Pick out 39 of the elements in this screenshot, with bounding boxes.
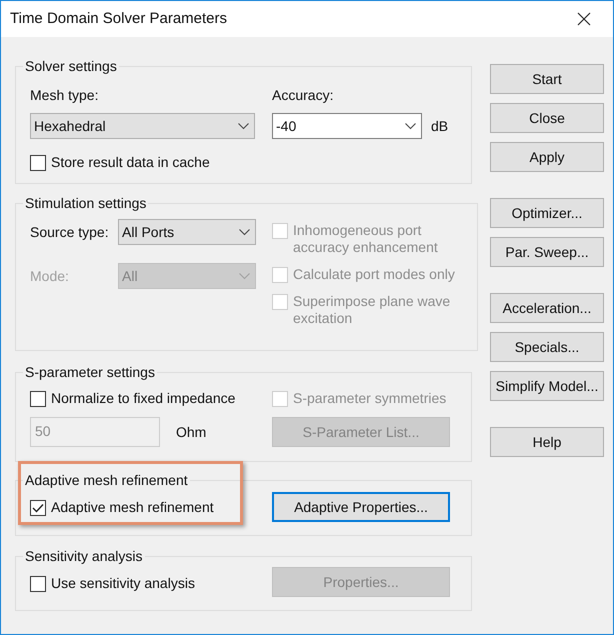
checkbox[interactable] bbox=[30, 155, 46, 171]
dialog-button[interactable]: Optimizer... bbox=[490, 198, 604, 228]
window-title: Time Domain Solver Parameters bbox=[10, 8, 228, 29]
unit-label: Ohm bbox=[176, 422, 206, 442]
dropdown[interactable]: All Ports bbox=[118, 219, 256, 245]
checkbox[interactable] bbox=[30, 391, 46, 407]
dialog-button[interactable]: Help bbox=[490, 427, 604, 457]
checkbox-label[interactable]: Adaptive mesh refinement bbox=[51, 498, 214, 516]
field-label: Mesh type: bbox=[30, 86, 100, 105]
dropdown[interactable]: -40 bbox=[272, 113, 422, 139]
dialog-button[interactable]: Par. Sweep... bbox=[490, 237, 604, 267]
checkbox[interactable] bbox=[30, 500, 46, 516]
close-icon[interactable] bbox=[577, 12, 591, 26]
field-label: Accuracy: bbox=[272, 86, 334, 105]
chevron-down-icon bbox=[405, 122, 416, 130]
group-title: Solver settings bbox=[24, 57, 118, 76]
checkbox-label[interactable]: Use sensitivity analysis bbox=[51, 574, 195, 592]
dropdown[interactable]: Hexahedral bbox=[30, 113, 255, 139]
field-label: Source type: bbox=[30, 222, 109, 242]
group-title: Sensitivity analysis bbox=[24, 547, 144, 566]
checkbox[interactable] bbox=[30, 576, 46, 592]
dialog-button[interactable]: Specials... bbox=[490, 332, 604, 362]
chevron-down-icon bbox=[239, 272, 250, 280]
action-button[interactable]: Adaptive Properties... bbox=[272, 492, 450, 522]
dialog-button[interactable]: Start bbox=[490, 64, 604, 94]
dialog-button[interactable]: Apply bbox=[490, 142, 604, 172]
checkbox-label[interactable]: Store result data in cache bbox=[51, 154, 210, 171]
chevron-down-icon bbox=[238, 122, 249, 130]
chevron-down-icon bbox=[239, 228, 250, 236]
checkbox-label[interactable]: Normalize to fixed impedance bbox=[51, 390, 236, 407]
group-title: S-parameter settings bbox=[24, 363, 156, 382]
checkmark-icon bbox=[32, 502, 44, 512]
group-title: Stimulation settings bbox=[24, 194, 148, 213]
group-title: Adaptive mesh refinement bbox=[24, 471, 189, 490]
unit-label: dB bbox=[431, 116, 448, 136]
dialog-button[interactable]: Simplify Model... bbox=[490, 371, 604, 401]
dialog-button[interactable]: Acceleration... bbox=[490, 293, 604, 323]
field-label: Mode: bbox=[30, 266, 69, 286]
dialog-button[interactable]: Close bbox=[490, 103, 604, 133]
